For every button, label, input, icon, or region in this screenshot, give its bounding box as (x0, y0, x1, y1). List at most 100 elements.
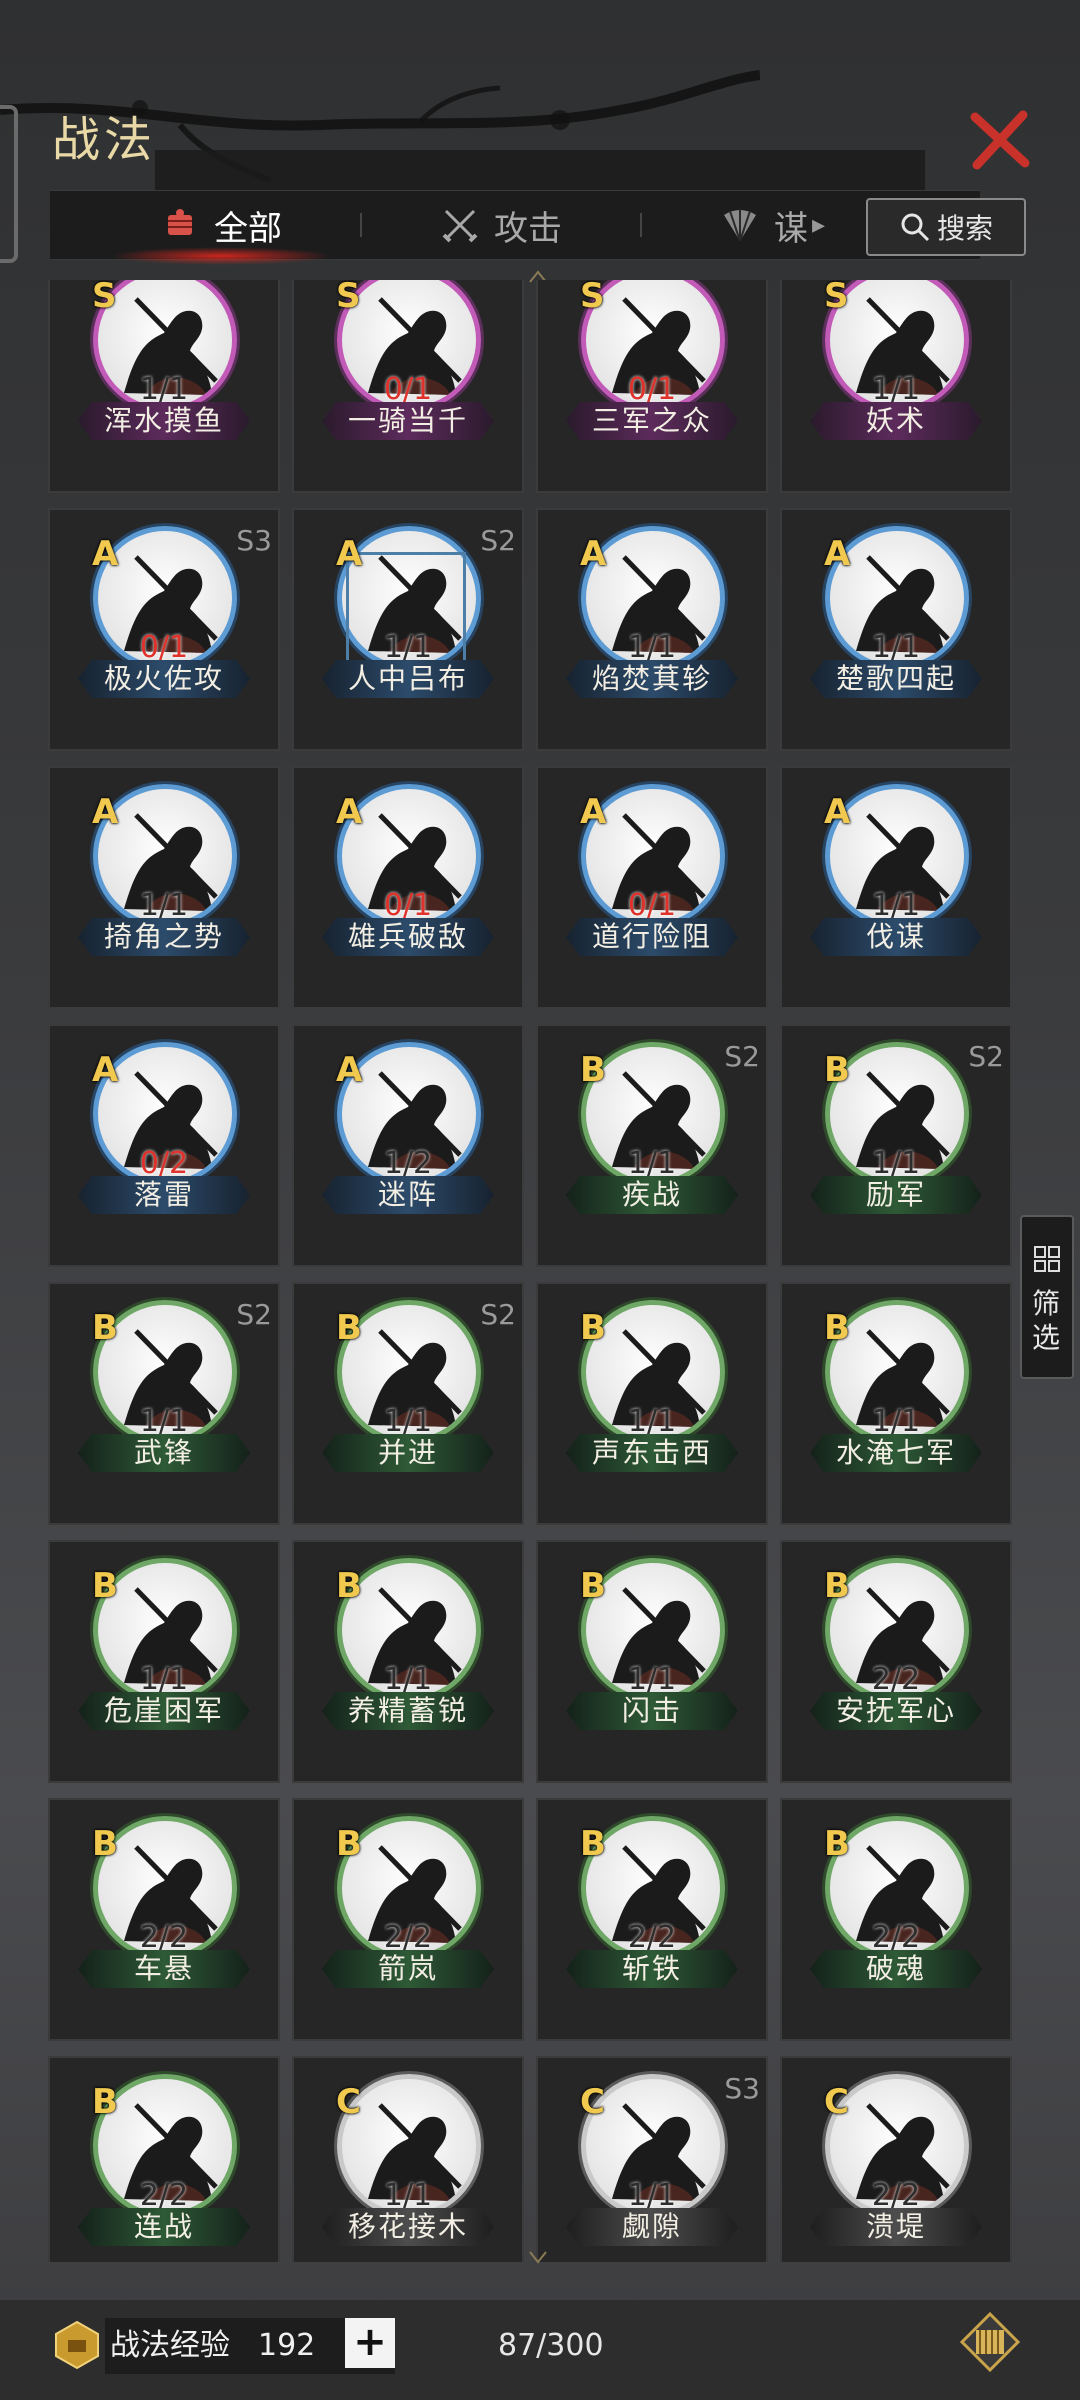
tactic-card[interactable]: B 2/2 斩铁 (536, 1798, 768, 2041)
season-tag: S2 (236, 1298, 272, 1331)
tactic-card[interactable]: B 2/2 箭岚 (292, 1798, 524, 2041)
grid-filter-icon (1034, 1246, 1060, 1272)
tactic-card[interactable]: B 1/1 声东击西 (536, 1282, 768, 1525)
tactic-grade: B (580, 1566, 606, 1606)
tactic-card[interactable]: S 0/1 三军之众 (536, 280, 768, 493)
tab-divider (360, 213, 362, 237)
tab-attack[interactable]: 攻击 (440, 191, 562, 259)
tactic-card[interactable]: A S2 1/1 人中吕布 (292, 508, 524, 751)
tactic-card[interactable]: B 2/2 连战 (48, 2056, 280, 2262)
tactic-name: 落雷 (78, 1176, 250, 1214)
tactic-card[interactable]: B 1/1 养精蓄锐 (292, 1540, 524, 1783)
tactic-card[interactable]: A 1/1 焰焚萁轸 (536, 508, 768, 751)
tactic-grade: B (580, 1308, 606, 1348)
tactic-count: 1/1 (871, 888, 921, 923)
search-button[interactable]: 搜索 (866, 198, 1026, 256)
tactic-count: 1/1 (139, 888, 189, 923)
title-band (155, 150, 925, 190)
tactic-grade: A (92, 534, 119, 574)
scroll-down-indicator (529, 2251, 547, 2264)
tactic-card[interactable]: B 1/1 危崖困军 (48, 1540, 280, 1783)
crossed-swords-icon (442, 209, 478, 243)
tactic-count: 1/1 (139, 1404, 189, 1439)
tactic-card[interactable]: B 2/2 破魂 (780, 1798, 1012, 2041)
filter-button[interactable]: 筛 选 (1020, 1215, 1074, 1379)
tactic-name: 道行险阻 (566, 918, 738, 956)
tactic-card[interactable]: B 2/2 安抚军心 (780, 1540, 1012, 1783)
tactic-grade: C (336, 2082, 361, 2122)
tactic-card[interactable]: S 1/1 妖术 (780, 280, 1012, 493)
tactic-count: 2/2 (383, 1920, 433, 1955)
tactic-count: 1/1 (383, 2178, 433, 2213)
tactic-name: 雄兵破敌 (322, 918, 494, 956)
tactic-exp-icon (55, 2320, 99, 2370)
tactic-card[interactable]: A 0/1 雄兵破敌 (292, 766, 524, 1009)
tactic-name: 觑隙 (566, 2208, 738, 2246)
tactic-count: 2/2 (139, 2178, 189, 2213)
tactic-name: 车悬 (78, 1950, 250, 1988)
tactic-name: 闪击 (566, 1692, 738, 1730)
tactic-card[interactable]: B 1/1 水淹七军 (780, 1282, 1012, 1525)
tactic-card[interactable]: S 1/1 浑水摸鱼 (48, 280, 280, 493)
scroll-manual-icon[interactable] (958, 2310, 1022, 2374)
tactic-grade: A (824, 792, 851, 832)
search-label: 搜索 (936, 212, 993, 245)
tactic-card[interactable]: B S2 1/1 励军 (780, 1024, 1012, 1267)
tactic-grade: A (336, 534, 363, 574)
tactic-card[interactable]: A 1/2 迷阵 (292, 1024, 524, 1267)
tactic-grade: A (336, 1050, 363, 1090)
tactic-grade: B (824, 1824, 850, 1864)
tactic-name: 楚歌四起 (810, 660, 982, 698)
season-tag: S2 (480, 1298, 516, 1331)
tactic-name: 焰焚萁轸 (566, 660, 738, 698)
tactic-name: 迷阵 (322, 1176, 494, 1214)
tab-all[interactable]: 全部 (110, 191, 332, 265)
add-exp-button[interactable]: + (345, 2318, 395, 2368)
tactic-count: 1/1 (383, 630, 433, 665)
tactic-name: 人中吕布 (322, 660, 494, 698)
tactic-count: 2/2 (871, 1662, 921, 1697)
tactic-grade: B (92, 2082, 118, 2122)
tactic-card[interactable]: C 1/1 移花接木 (292, 2056, 524, 2262)
tactic-count: 0/1 (627, 888, 677, 923)
tactic-card[interactable]: B 2/2 车悬 (48, 1798, 280, 2041)
tactic-grade: B (824, 1308, 850, 1348)
panel-edge-decoration (0, 105, 18, 263)
tactic-card[interactable]: A 1/1 伐谋 (780, 766, 1012, 1009)
tactic-grade: A (580, 534, 607, 574)
tactic-name: 极火佐攻 (78, 660, 250, 698)
close-icon[interactable] (965, 105, 1035, 175)
tactic-count: 1/1 (871, 1404, 921, 1439)
tactic-grade: B (336, 1308, 362, 1348)
tactic-card[interactable]: A 1/1 掎角之势 (48, 766, 280, 1009)
tactic-card[interactable]: C 2/2 溃堤 (780, 2056, 1012, 2262)
tactic-count: 2/2 (871, 2178, 921, 2213)
tactic-name: 连战 (78, 2208, 250, 2246)
tactic-card[interactable]: A 0/1 道行险阻 (536, 766, 768, 1009)
tactic-card[interactable]: B S2 1/1 疾战 (536, 1024, 768, 1267)
season-tag: S3 (724, 2072, 760, 2105)
tactic-count: 1/1 (627, 1146, 677, 1181)
tactic-name: 箭岚 (322, 1950, 494, 1988)
tactic-count: 0/1 (139, 630, 189, 665)
tactic-card[interactable]: A 1/1 楚歌四起 (780, 508, 1012, 751)
tactic-name: 溃堤 (810, 2208, 982, 2246)
tactic-name: 疾战 (566, 1176, 738, 1214)
tab-strategy[interactable]: 谋 ▸ (720, 191, 825, 259)
tactic-card[interactable]: A 0/2 落雷 (48, 1024, 280, 1267)
tactic-card[interactable]: S 0/1 一骑当千 (292, 280, 524, 493)
tactics-grid: S 1/1 浑水摸鱼 S 0/1 一骑当千 S 0/1 三军之众 S 1/1 妖术 A S3 0/1 极火佐攻… (48, 280, 1016, 2262)
tactic-name: 三军之众 (566, 402, 738, 440)
tactic-card[interactable]: B S2 1/1 并进 (292, 1282, 524, 1525)
tab-all-label: 全部 (214, 208, 282, 249)
tactic-grade: A (92, 1050, 119, 1090)
tactic-grade: B (92, 1308, 118, 1348)
tactic-name: 武锋 (78, 1434, 250, 1472)
tactic-count: 1/1 (139, 372, 189, 407)
tab-bar: 全部 攻击 谋 ▸ (50, 190, 980, 265)
tactic-card[interactable]: C S3 1/1 觑隙 (536, 2056, 768, 2262)
tactic-name: 声东击西 (566, 1434, 738, 1472)
tactic-card[interactable]: A S3 0/1 极火佐攻 (48, 508, 280, 751)
tactic-card[interactable]: B 1/1 闪击 (536, 1540, 768, 1783)
tactic-card[interactable]: B S2 1/1 武锋 (48, 1282, 280, 1525)
